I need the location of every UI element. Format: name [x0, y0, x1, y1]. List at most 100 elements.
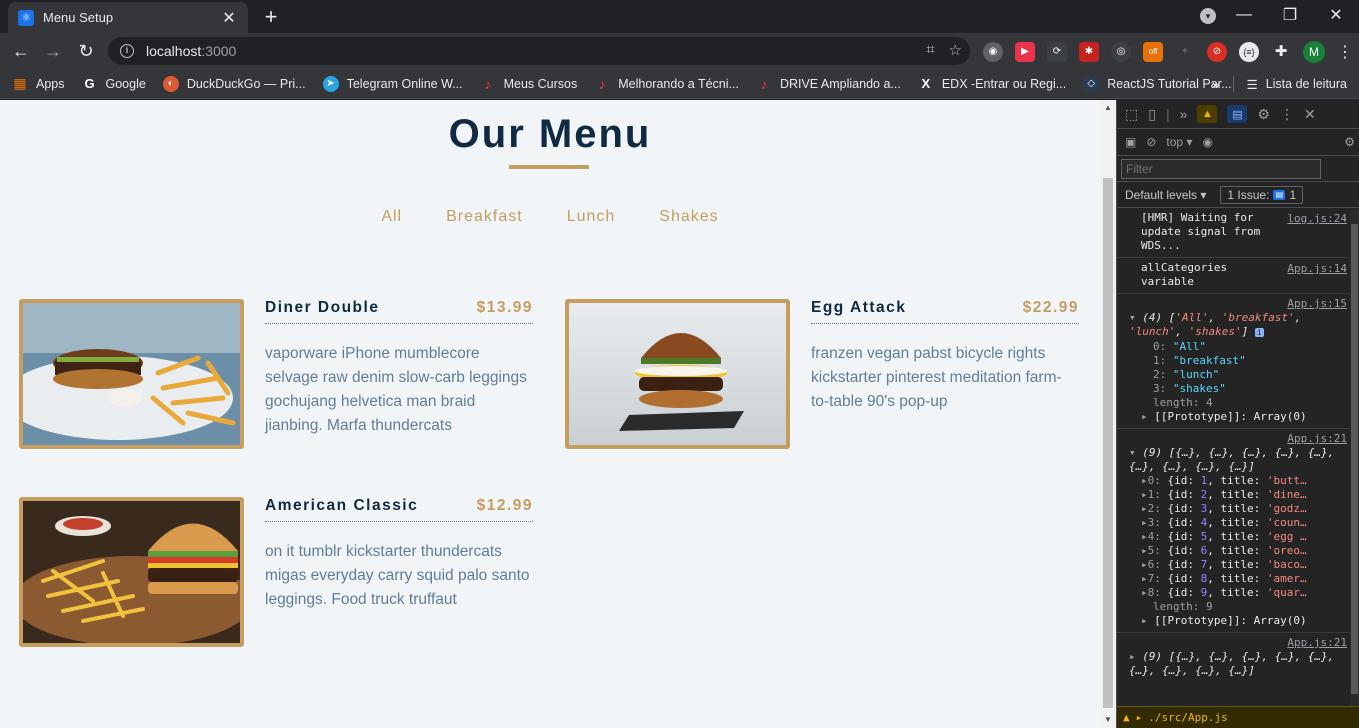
extension-globe-icon[interactable]: ◉ [983, 42, 1003, 62]
tab-search-icon[interactable]: ▾ [1200, 8, 1216, 24]
bookmark-item[interactable]: ◐ DuckDuckGo — Pri... [162, 75, 306, 92]
console-scrollbar[interactable] [1350, 210, 1359, 706]
entry-title: 'oreo… [1266, 544, 1307, 557]
menu-item-photo [565, 299, 790, 449]
title-underline [509, 165, 589, 169]
extension-json-icon[interactable]: {≡} [1239, 42, 1259, 62]
warning-badge-icon[interactable]: ▲ [1197, 105, 1218, 123]
scroll-down-icon[interactable]: ▼ [1100, 712, 1116, 728]
bookmark-star-icon[interactable]: ☆ [949, 41, 962, 59]
filter-breakfast-button[interactable]: Breakfast [446, 208, 523, 226]
close-devtools-icon[interactable]: ✕ [1304, 106, 1316, 123]
object-list: ▸0: {id: 1, title: 'butt… ▸1: {id: 2, tit… [1141, 474, 1351, 600]
warning-bar[interactable]: ▲ ▸ ./src/App.js [1117, 706, 1359, 728]
bookmark-item[interactable]: G Google [82, 76, 145, 92]
address-bar[interactable]: i localhost:3000 ⌗ ☆ [108, 37, 970, 65]
restore-button[interactable]: ❐ [1267, 5, 1313, 25]
extension-video-icon[interactable]: ▶ [1015, 42, 1035, 62]
object-entry[interactable]: ▸1: {id: 2, title: 'dine… [1141, 488, 1351, 502]
bookmark-item[interactable]: ♪ Meus Cursos [480, 76, 577, 92]
entry-key: 2: [1153, 368, 1167, 381]
close-window-button[interactable]: ✕ [1313, 5, 1359, 25]
bookmark-item[interactable]: ♪ DRIVE Ampliando a... [756, 76, 900, 92]
extension-off-badge-icon[interactable]: off [1143, 42, 1163, 62]
music-note-icon: ♪ [598, 75, 606, 92]
settings-gear-icon[interactable]: ⚙ [1257, 106, 1270, 123]
source-link[interactable]: App.js:21 [1141, 432, 1351, 446]
forward-button[interactable]: → [41, 39, 65, 63]
array-summary[interactable]: ▾ (9) [{…}, {…}, {…}, {…}, {…}, {…}, {…}… [1129, 446, 1351, 474]
extension-sync-icon[interactable]: ⟳ [1047, 42, 1067, 62]
bookmark-separator [1233, 76, 1235, 92]
object-entry[interactable]: ▸8: {id: 9, title: 'quar… [1141, 586, 1351, 600]
bookmark-item[interactable]: ▦ Apps [12, 75, 64, 92]
devtools-menu-icon[interactable]: ⋮ [1280, 106, 1294, 123]
tab-close-icon[interactable]: ✕ [220, 8, 238, 28]
prototype-row[interactable]: ▸ [[Prototype]]: Array(0) [1141, 614, 1351, 628]
object-entry[interactable]: ▸2: {id: 3, title: 'godz… [1141, 502, 1351, 516]
entry-title: 'dine… [1266, 488, 1307, 501]
new-tab-button[interactable]: + [260, 4, 282, 30]
entry-title: 'godz… [1266, 502, 1307, 515]
browser-tab[interactable]: ⚛ Menu Setup ✕ [8, 2, 248, 33]
message-badge-icon[interactable]: ▤ [1227, 105, 1248, 123]
object-entry[interactable]: ▸7: {id: 8, title: 'amer… [1141, 572, 1351, 586]
object-entry[interactable]: ▸6: {id: 7, title: 'baco… [1141, 558, 1351, 572]
extension-block-icon[interactable]: ⊘ [1207, 42, 1227, 62]
scroll-up-icon[interactable]: ▲ [1100, 100, 1116, 116]
bookmark-item[interactable]: ➤ Telegram Online W... [322, 75, 463, 92]
console-scroll-thumb[interactable] [1351, 224, 1358, 694]
warning-triangle-icon: ▲ [1123, 711, 1130, 724]
extensions-puzzle-icon[interactable]: ✚ [1271, 42, 1291, 62]
reading-list-label[interactable]: Lista de leitura [1266, 77, 1347, 91]
more-panels-icon[interactable]: » [1180, 106, 1188, 122]
default-levels-dropdown[interactable]: Default levels ▾ [1125, 188, 1206, 202]
entry-value: "All" [1172, 340, 1206, 353]
entry-value: "lunch" [1172, 368, 1220, 381]
context-selector[interactable]: top ▾ [1166, 135, 1192, 149]
reading-list-icon[interactable]: ☰ [1246, 77, 1257, 92]
object-entry[interactable]: ▸5: {id: 6, title: 'oreo… [1141, 544, 1351, 558]
source-link[interactable]: App.js:21 [1141, 636, 1351, 650]
source-link[interactable]: App.js:15 [1141, 297, 1351, 311]
source-link[interactable]: log.js:24 [1287, 212, 1347, 226]
filter-lunch-button[interactable]: Lunch [567, 208, 616, 226]
site-info-icon[interactable]: i [120, 44, 134, 58]
extension-pin-icon[interactable]: ✦ [1175, 42, 1195, 62]
live-expression-eye-icon[interactable]: ◉ [1202, 135, 1212, 149]
filter-shakes-button[interactable]: Shakes [659, 208, 718, 226]
entry-title: 'baco… [1266, 558, 1307, 571]
sidebar-toggle-icon[interactable]: ▣ [1125, 135, 1136, 149]
bookmark-item[interactable]: X EDX -Entrar ou Regi... [918, 76, 1067, 92]
prototype-row[interactable]: ▸ [[Prototype]]: Array(0) [1141, 410, 1351, 424]
clear-console-icon[interactable]: ⊘ [1146, 135, 1156, 149]
filter-all-button[interactable]: All [381, 208, 402, 226]
reload-button[interactable]: ↻ [74, 39, 98, 63]
entry-value: "shakes" [1172, 382, 1226, 395]
back-button[interactable]: ← [9, 39, 33, 63]
extension-tool-icon[interactable]: ✱ [1079, 42, 1099, 62]
extension-target-icon[interactable]: ◎ [1111, 42, 1131, 62]
inspect-element-icon[interactable]: ⬚ [1125, 106, 1138, 123]
issues-button[interactable]: 1 Issue: ▤ 1 [1220, 185, 1304, 204]
console-filter-input[interactable] [1121, 158, 1321, 179]
profile-avatar[interactable]: M [1303, 41, 1325, 63]
minimize-button[interactable]: — [1221, 6, 1267, 24]
object-entry[interactable]: ▸3: {id: 4, title: 'coun… [1141, 516, 1351, 530]
entry-key: 7: [1147, 572, 1161, 585]
more-bookmarks-icon[interactable]: » [1212, 76, 1220, 92]
bookmark-item[interactable]: ♪ Melhorando a Técni... [594, 76, 739, 92]
object-entry[interactable]: ▸4: {id: 5, title: 'egg … [1141, 530, 1351, 544]
bookmark-item[interactable]: ◇ ReactJS Tutorial Par... [1083, 75, 1232, 92]
source-link[interactable]: App.js:14 [1287, 262, 1347, 276]
page-scrollbar[interactable]: ▲ ▼ [1100, 100, 1116, 728]
translate-icon[interactable]: ⌗ [926, 41, 934, 59]
browser-menu-icon[interactable]: ⋮ [1337, 42, 1353, 62]
device-toggle-icon[interactable]: ▯ [1148, 106, 1156, 123]
array-summary[interactable]: ▾ (4) ['All', 'breakfast', 'lunch', 'sha… [1129, 311, 1351, 340]
array-summary[interactable]: ▸ (9) [{…}, {…}, {…}, {…}, {…}, {…}, {…}… [1129, 650, 1351, 678]
entry-key: 1: [1153, 354, 1167, 367]
page-scroll-thumb[interactable] [1103, 178, 1113, 708]
object-entry[interactable]: ▸0: {id: 1, title: 'butt… [1141, 474, 1351, 488]
console-settings-icon[interactable]: ⚙ [1344, 135, 1355, 149]
